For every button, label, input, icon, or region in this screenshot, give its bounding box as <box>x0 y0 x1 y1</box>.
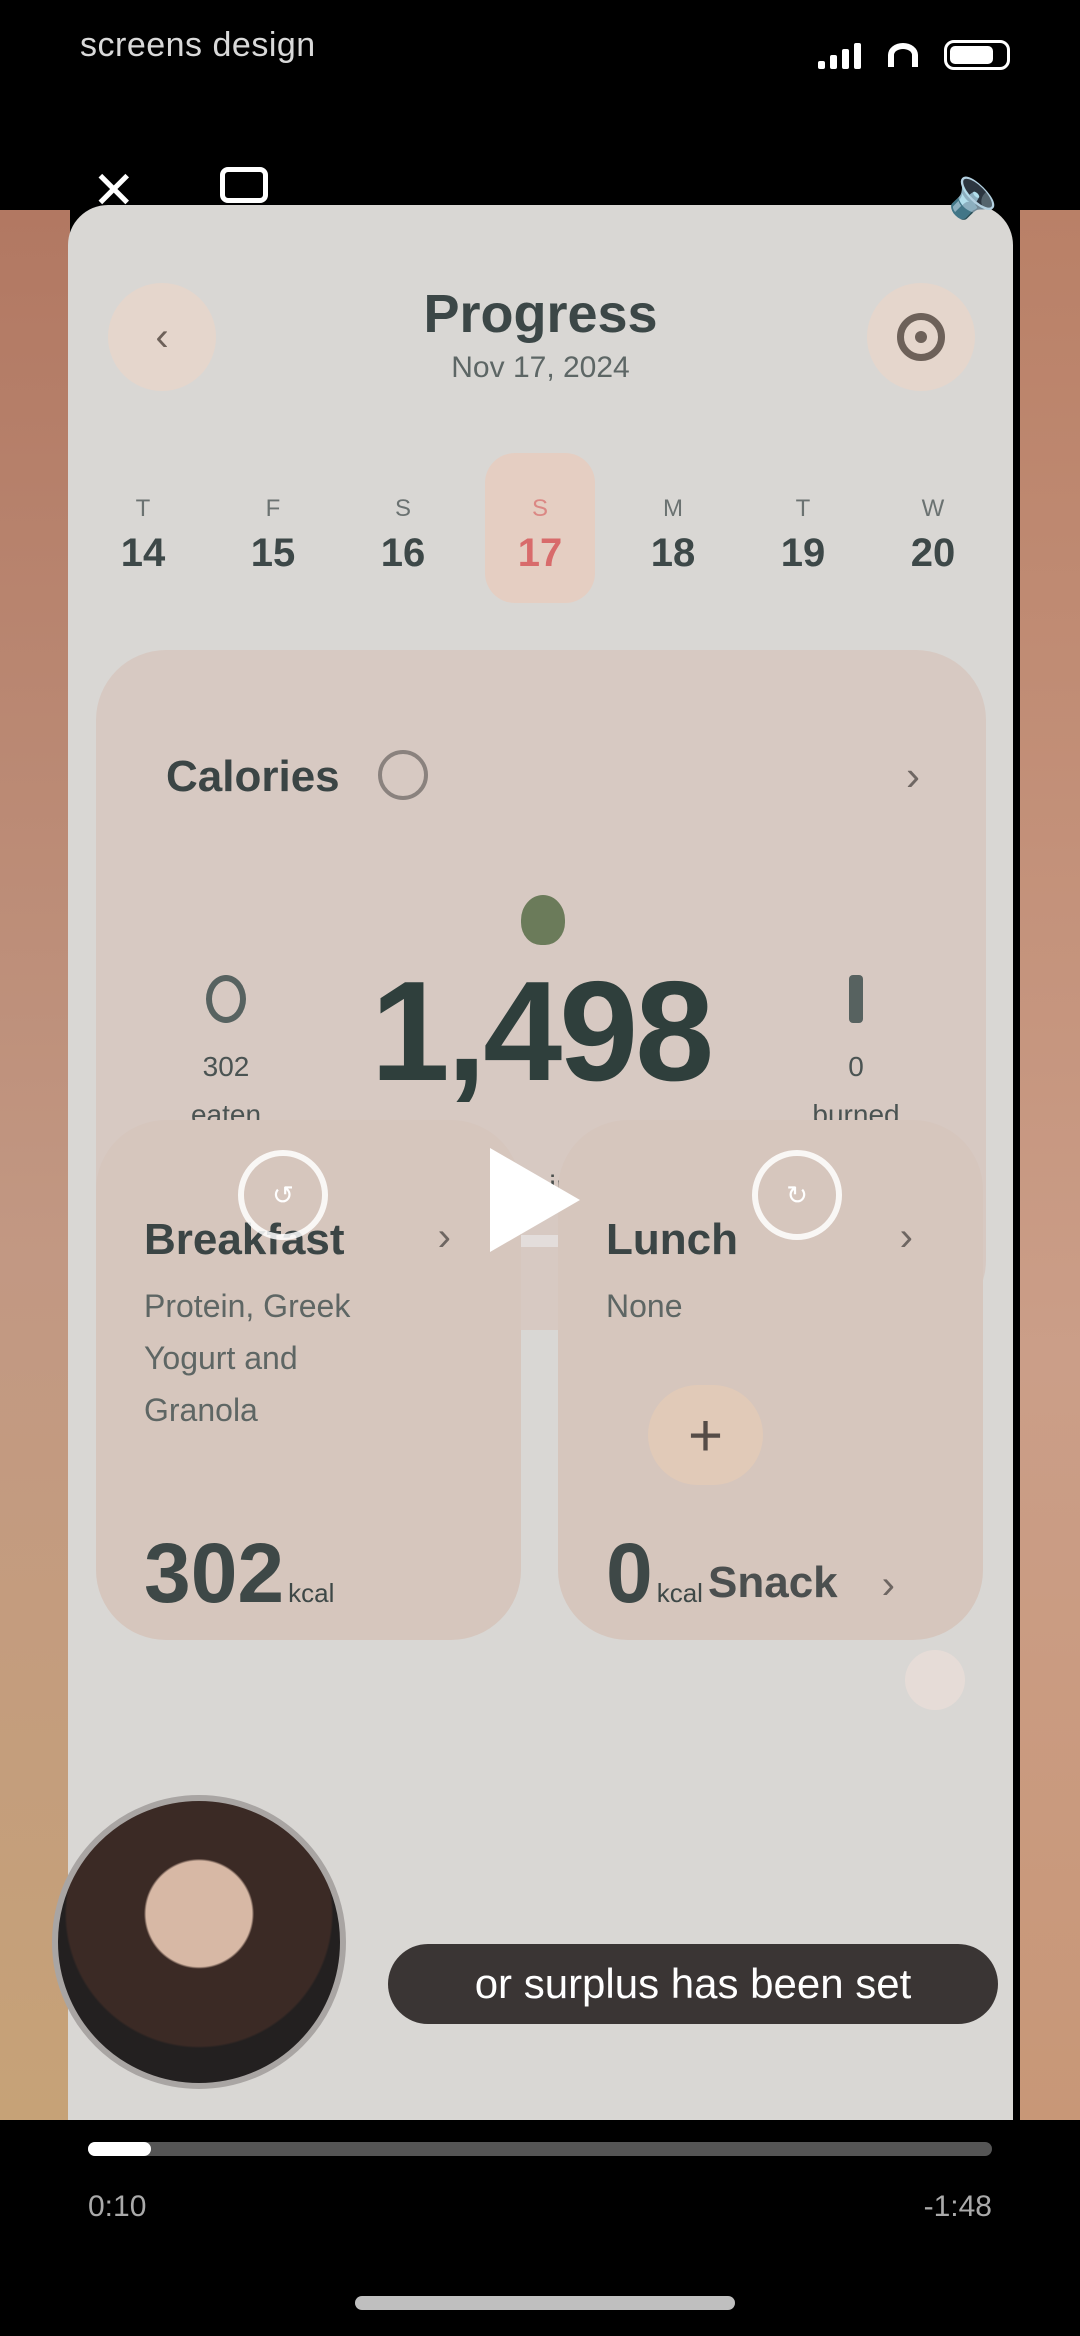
snack-label[interactable]: Snack <box>708 1558 838 1608</box>
kcal-unit: kcal <box>656 1578 703 1608</box>
home-indicator[interactable] <box>355 2296 735 2310</box>
day-item[interactable]: T 14 <box>88 453 198 603</box>
status-icons <box>818 40 1010 70</box>
calories-title: Calories <box>166 752 340 801</box>
settings-button[interactable] <box>867 283 975 391</box>
day-item[interactable]: W 20 <box>878 453 988 603</box>
floating-action-button[interactable] <box>905 1650 965 1710</box>
day-item[interactable]: S 16 <box>348 453 458 603</box>
info-icon[interactable] <box>378 750 428 800</box>
carrier-label: screens design <box>80 26 316 64</box>
burned-stat: 0 burned <box>786 975 926 1139</box>
chevron-right-icon: › <box>906 752 920 799</box>
meal-description: Protein, Greek Yogurt and Granola <box>144 1288 351 1428</box>
time-elapsed: 0:10 <box>88 2190 147 2223</box>
day-item-selected[interactable]: S 17 <box>485 453 595 603</box>
bolt-icon <box>849 975 863 1023</box>
play-icon[interactable] <box>490 1148 580 1252</box>
status-bar: screens design <box>0 0 1080 120</box>
skip-back-button[interactable]: ↺ <box>238 1150 328 1240</box>
video-background-left <box>0 210 70 2120</box>
day-item[interactable]: T 19 <box>748 453 858 603</box>
meal-kcal: 0 kcal <box>606 1525 703 1622</box>
presenter-avatar <box>52 1795 346 2089</box>
close-icon[interactable]: ✕ <box>92 165 136 217</box>
meal-description: None <box>606 1288 683 1324</box>
forward-icon: ↻ <box>786 1179 808 1210</box>
gear-icon <box>897 313 945 361</box>
rewind-icon: ↺ <box>272 1179 294 1210</box>
meal-kcal-value: 302 <box>144 1526 285 1620</box>
skip-forward-button[interactable]: ↻ <box>752 1150 842 1240</box>
add-food-button[interactable]: + <box>648 1385 763 1485</box>
app-header: ‹ Progress Nov 17, 2024 <box>68 205 1013 405</box>
video-playbar: 0:10 -1:48 <box>0 2120 1080 2336</box>
burned-value: 0 <box>848 1051 864 1082</box>
meal-kcal: 302 kcal <box>144 1525 334 1622</box>
wifi-icon <box>888 43 918 67</box>
video-background-right <box>1020 210 1080 2120</box>
chevron-right-icon: › <box>437 1215 451 1259</box>
video-timeline[interactable] <box>88 2142 992 2156</box>
chevron-right-icon: › <box>899 1215 913 1259</box>
cast-icon[interactable] <box>220 167 268 203</box>
chevron-right-icon: › <box>881 1563 895 1607</box>
time-remaining: -1:48 <box>923 2190 992 2223</box>
day-item[interactable]: F 15 <box>218 453 328 603</box>
flame-icon <box>521 895 565 945</box>
kcal-unit: kcal <box>288 1578 335 1608</box>
day-item[interactable]: M 18 <box>618 453 728 603</box>
meal-name: Lunch <box>606 1215 738 1264</box>
plus-icon: + <box>687 1401 724 1469</box>
battery-icon <box>944 40 1010 70</box>
video-timeline-fill <box>88 2142 152 2156</box>
volume-icon[interactable]: 🔈 <box>948 163 1010 222</box>
video-caption: or surplus has been set <box>388 1944 998 2024</box>
week-strip: T 14 F 15 S 16 S 17 M 18 T 19 W 20 <box>68 453 1013 613</box>
signal-icon <box>818 41 862 69</box>
meal-kcal-value: 0 <box>606 1526 653 1620</box>
video-top-controls: ✕ 🔈 <box>0 155 1080 235</box>
